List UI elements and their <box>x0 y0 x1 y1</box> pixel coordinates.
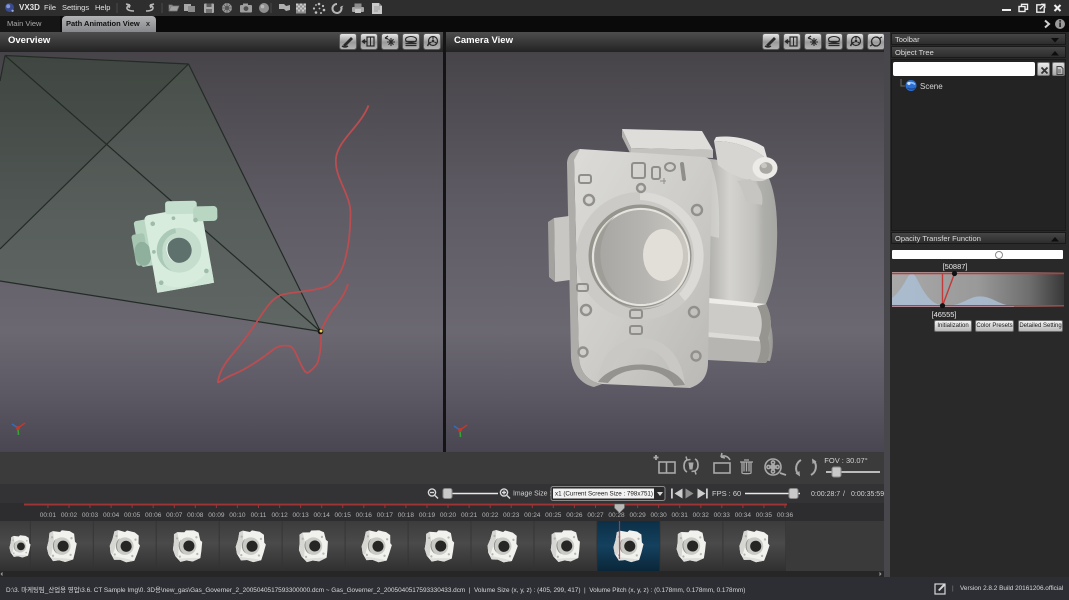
svg-text:/: / <box>843 491 845 498</box>
svg-text:x1 (Current Screen Size : 798x: x1 (Current Screen Size : 798x751) <box>555 491 653 498</box>
svg-text:FPS : 60: FPS : 60 <box>712 489 741 498</box>
svg-text:Image Size :: Image Size : <box>513 491 551 498</box>
svg-text:0:00:35:59: 0:00:35:59 <box>851 491 884 498</box>
svg-text:0:00:28:7: 0:00:28:7 <box>811 491 840 498</box>
svg-text:[46555]: [46555] <box>931 310 956 319</box>
svg-text:FOV : 30.07°: FOV : 30.07° <box>824 456 867 465</box>
svg-text:Scene: Scene <box>920 82 943 91</box>
svg-text:[50887]: [50887] <box>942 262 967 271</box>
